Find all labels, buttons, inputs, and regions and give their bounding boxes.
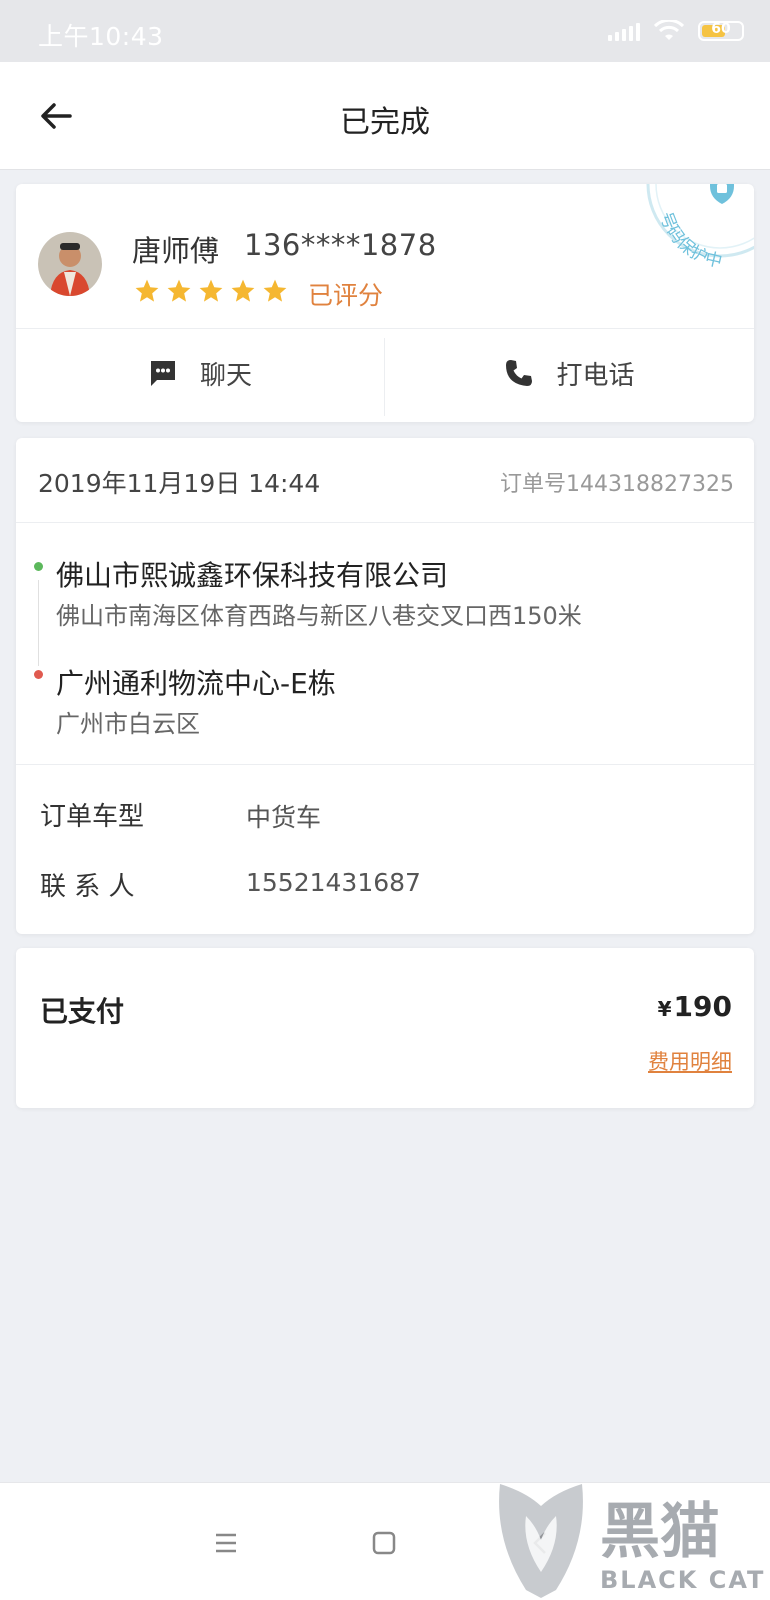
home-icon[interactable] [364, 1523, 404, 1563]
pickup-address: 佛山市南海区体育西路与新区八巷交叉口西150米 [56, 602, 582, 630]
pickup-name: 佛山市熙诚鑫环保科技有限公司 [56, 559, 449, 592]
rating-stars [134, 278, 288, 304]
call-label: 打电话 [556, 360, 635, 391]
svg-text:号码保护中: 号码保护中 [655, 209, 724, 272]
order-number: 订单号144318827325 [500, 472, 734, 497]
order-datetime: 2019年11月19日 14:44 [38, 469, 321, 498]
battery-level: 60 [711, 21, 731, 37]
star-icon [263, 279, 287, 302]
dropoff-dot [34, 670, 43, 679]
status-icons: 60 [608, 20, 744, 42]
driver-avatar[interactable] [38, 232, 102, 296]
watermark-brand: 黑猫 [600, 1497, 720, 1567]
payment-amount: ¥190 [658, 990, 732, 1023]
route-line [38, 580, 39, 666]
star-icon [199, 279, 223, 302]
star-icon [167, 279, 191, 302]
order-card: 2019年11月19日 14:44 订单号144318827325 佛山市熙诚鑫… [16, 438, 754, 934]
watermark-brand-en: BLACK CAT [600, 1566, 765, 1594]
wifi-icon [654, 20, 684, 40]
driver-name: 唐师傅 [132, 234, 220, 268]
vehicle-type-value: 中货车 [246, 803, 322, 832]
divider [16, 522, 754, 523]
signal-icon [608, 21, 640, 41]
menu-icon[interactable] [206, 1523, 246, 1563]
privacy-stamp-text: 号码保护中 [655, 209, 724, 272]
amount-value: 190 [673, 990, 732, 1023]
page-title: 已完成 [340, 105, 430, 140]
chat-label: 聊天 [199, 360, 252, 391]
blackcat-watermark: 黑猫 BLACK CAT [499, 1484, 765, 1598]
status-bar: 上午10:43 60 [0, 0, 770, 62]
call-button[interactable]: 打电话 [385, 330, 754, 416]
divider [16, 328, 754, 329]
currency-symbol: ¥ [657, 997, 672, 1021]
fee-detail-link[interactable]: 费用明细 [648, 1046, 732, 1076]
privacy-protection-stamp: 号码保护中 [646, 184, 754, 272]
payment-status: 已支付 [40, 995, 125, 1028]
divider [16, 764, 754, 765]
star-icon [231, 279, 255, 302]
battery-icon: 60 [698, 21, 744, 41]
pickup-dot [34, 562, 43, 571]
driver-phone: 136****1878 [244, 228, 437, 262]
nav-bar: 已完成 [0, 62, 770, 170]
dropoff-address: 广州市白云区 [56, 710, 200, 738]
payment-card: 已支付 ¥190 费用明细 [16, 948, 754, 1108]
driver-card: 唐师傅 136****1878 已评分 号码保护中 聊天 打电话 [16, 184, 754, 422]
chat-button[interactable]: 聊天 [16, 330, 384, 416]
contact-label: 联 系 人 [40, 872, 135, 902]
vehicle-type-label: 订单车型 [40, 802, 145, 832]
rated-label: 已评分 [308, 281, 384, 310]
status-time: 上午10:43 [38, 22, 164, 51]
phone-icon [506, 360, 533, 386]
chat-icon [150, 361, 175, 386]
star-icon [135, 279, 159, 302]
dropoff-name: 广州通利物流中心-E栋 [56, 667, 336, 700]
contact-value: 15521431687 [246, 868, 421, 897]
